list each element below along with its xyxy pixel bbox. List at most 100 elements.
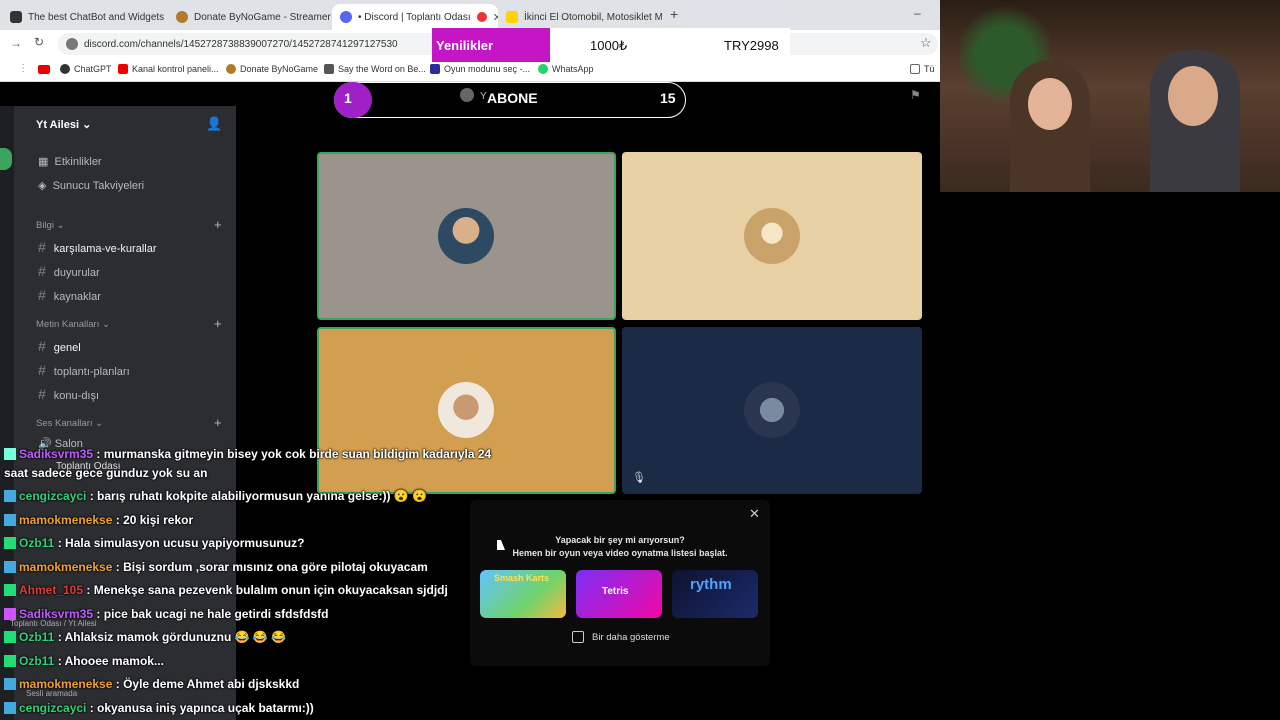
sidebar-item-boosts[interactable]: ◈ Sunucu Takviyeleri	[38, 179, 144, 192]
flag-icon[interactable]: ⚑	[910, 88, 921, 102]
channel-konu-disi[interactable]: # konu-dışı	[38, 386, 99, 402]
activity-label: rythm	[690, 576, 732, 593]
channel-genel[interactable]: # genel	[38, 338, 81, 354]
chat-badge-icon	[4, 678, 16, 690]
dont-show-checkbox[interactable]	[572, 631, 584, 643]
chat-message: cengizcayci : okyanusa iniş yapınca uçak…	[4, 701, 314, 715]
chat-text: : barış ruhatı kokpite alabiliyormusun y…	[89, 489, 428, 503]
youtube-icon[interactable]	[38, 65, 50, 74]
chat-badge-icon	[4, 631, 16, 643]
browser-tab[interactable]: Donate ByNoGame - Streamer ✕	[168, 4, 332, 30]
server-name-label: Yt Ailesi	[36, 119, 79, 131]
hash-icon: #	[38, 239, 46, 255]
add-channel-icon[interactable]: +	[214, 217, 222, 232]
chat-message: Sadiksvrm35 : pice bak ucagi ne hale get…	[4, 607, 328, 621]
chat-badge-icon	[4, 655, 16, 667]
chat-message: Ozb11 : Ahooee mamok...	[4, 654, 164, 668]
add-channel-icon[interactable]: +	[214, 415, 222, 430]
chat-message: mamokmenekse : Öyle deme Ahmet abi djsks…	[4, 677, 299, 691]
forward-icon[interactable]: →	[10, 36, 22, 50]
category-label: Ses Kanalları	[36, 418, 93, 429]
channel-label: toplantı-planları	[53, 366, 130, 378]
apps-icon[interactable]: ⋮	[18, 63, 28, 74]
news-label: Yenilikler	[432, 28, 550, 62]
bookmark-item[interactable]: Oyun modunu seç -...	[430, 64, 530, 74]
activity-tetris[interactable]: Tetris	[576, 570, 662, 618]
github-icon	[10, 11, 22, 23]
bookmark-item[interactable]: WhatsApp	[538, 64, 594, 74]
chat-text: : Bişi sordum ,sorar mısınız ona göre pi…	[115, 560, 428, 574]
server-icon[interactable]	[0, 148, 12, 170]
boost-icon: ◈	[38, 180, 47, 192]
bookmark-item[interactable]: Say the Word on Be...	[324, 64, 426, 74]
browser-tab-active[interactable]: • Discord | Toplantı Odası ✕	[332, 4, 498, 30]
bookmark-label: Tü	[924, 64, 935, 74]
bookmark-label: WhatsApp	[552, 64, 594, 74]
activity-rythm[interactable]: rythm	[672, 570, 758, 618]
hash-icon: #	[38, 362, 46, 378]
bookmark-item[interactable]: Kanal kontrol paneli...	[118, 64, 219, 74]
popup-title: Yapacak bir şey mi arıyorsun?	[555, 535, 685, 545]
chat-message: cengizcayci : barış ruhatı kokpite alabi…	[4, 489, 427, 503]
chat-badge-icon	[4, 490, 16, 502]
chat-badge-icon	[4, 514, 16, 526]
add-channel-icon[interactable]: +	[214, 316, 222, 331]
sahibinden-icon	[506, 11, 518, 23]
sub-goal-progress	[334, 82, 372, 118]
browser-tab[interactable]: The best ChatBot and Widgets ✕	[2, 4, 168, 30]
streamer-face	[1168, 66, 1218, 126]
site-info-icon[interactable]	[66, 38, 78, 50]
chat-message: saat sadece gece gunduz yok su an	[4, 466, 207, 480]
chat-badge-icon	[4, 584, 16, 596]
star-icon[interactable]: ☆	[920, 35, 932, 51]
bookmark-item[interactable]: Donate ByNoGame	[226, 64, 318, 74]
category-bilgi[interactable]: Bilgi ⌄	[36, 220, 65, 231]
minimize-button[interactable]: –	[914, 6, 921, 20]
reload-icon[interactable]: ↻	[34, 35, 44, 49]
activity-label: Tetris	[602, 586, 629, 597]
chat-username: Ahmet_105	[19, 583, 84, 597]
chat-message: mamokmenekse : 20 kişi rekor	[4, 513, 193, 527]
participant-avatar	[438, 208, 494, 264]
server-name[interactable]: Yt Ailesi ⌄	[36, 118, 91, 131]
hash-icon: #	[38, 287, 46, 303]
channel-toplanti-planlari[interactable]: # toplantı-planları	[38, 362, 130, 378]
channel-label: karşılama-ve-kurallar	[53, 243, 157, 255]
category-ses[interactable]: Ses Kanalları ⌄	[36, 418, 103, 429]
chat-text: : 20 kişi rekor	[115, 513, 194, 527]
activity-smash-karts[interactable]: Smash Karts	[480, 570, 566, 618]
close-icon[interactable]: ✕	[749, 506, 760, 522]
chat-message: Ozb11 : Ahlaksiz mamok gördunuznu 😂 😂 😂	[4, 630, 286, 644]
channel-label: duyurular	[53, 267, 100, 279]
channel-duyurular[interactable]: # duyurular	[38, 263, 100, 279]
channel-label: konu-dışı	[53, 390, 100, 402]
chat-badge-icon	[4, 448, 16, 460]
channel-label: genel	[53, 342, 81, 354]
cursor-icon	[497, 540, 505, 550]
chat-username: mamokmenekse	[19, 560, 113, 574]
hash-icon: #	[38, 263, 46, 279]
ticker-amount: 1000₺	[590, 38, 628, 53]
chat-username: Ozb11	[19, 630, 55, 644]
invite-icon[interactable]: 👤	[206, 116, 222, 132]
streamer-face	[1028, 78, 1072, 130]
bookmark-folder[interactable]: Tü	[910, 64, 935, 74]
plane-icon	[324, 64, 334, 74]
bookmark-item[interactable]: ChatGPT	[60, 64, 112, 74]
chat-text: : okyanusa iniş yapınca uçak batarmı:))	[89, 701, 314, 715]
chat-text: : Hala simulasyon ucusu yapiyormusunuz?	[57, 536, 305, 550]
sidebar-item-events[interactable]: ▦ Etkinlikler	[38, 155, 102, 168]
kick-icon	[430, 64, 440, 74]
sub-goal-target: 15	[660, 90, 676, 106]
discord-icon	[340, 11, 352, 23]
chat-message: Ahmet_105 : Menekşe sana pezevenk bulalı…	[4, 583, 448, 597]
new-tab-button[interactable]: +	[670, 6, 678, 22]
participant-avatar	[744, 382, 800, 438]
chat-text: : Ahooee mamok...	[57, 654, 164, 668]
browser-tab[interactable]: İkinci El Otomobil, Motosiklet M ✕	[498, 4, 662, 30]
channel-kaynaklar[interactable]: # kaynaklar	[38, 287, 101, 303]
channel-karsilama[interactable]: # karşılama-ve-kurallar	[38, 239, 157, 255]
muted-mic-icon: 🎙	[632, 472, 646, 484]
category-metin[interactable]: Metin Kanalları ⌄	[36, 319, 110, 330]
browser-tab-bar: The best ChatBot and Widgets ✕ Donate By…	[0, 0, 940, 30]
